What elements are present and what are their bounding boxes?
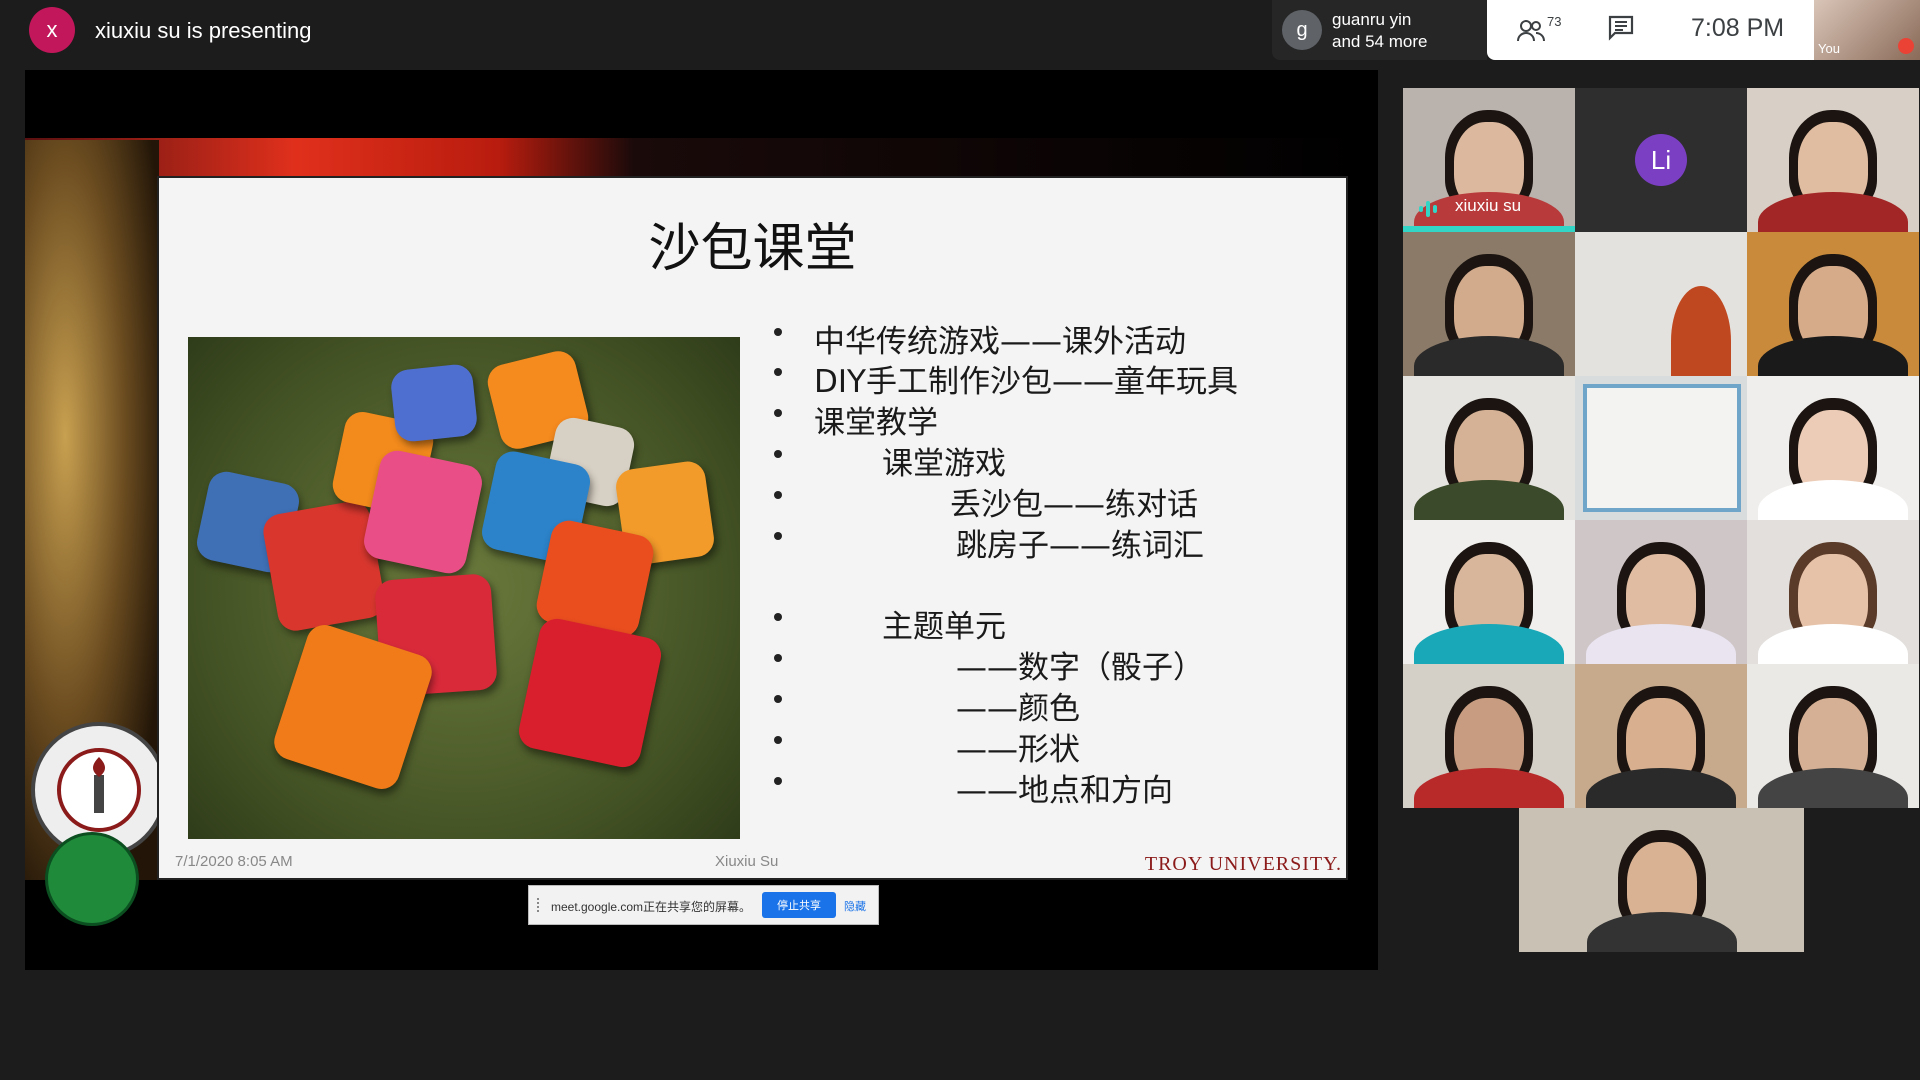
participant-video xyxy=(1414,768,1564,808)
sandbag-photo xyxy=(188,337,740,839)
participant-video xyxy=(1414,480,1564,520)
other-participants-preview[interactable]: g guanru yin and 54 more xyxy=(1272,0,1487,60)
participant-avatar: Li xyxy=(1635,134,1687,186)
presentation-slide: 沙包课堂 中华传统游戏——课外活动 DIY手工制作沙包——童年玩具 课堂教学 课… xyxy=(159,178,1346,878)
bullet-dot xyxy=(774,736,782,744)
participant-video xyxy=(1671,286,1731,376)
participant-video xyxy=(1758,624,1908,664)
mic-off-icon xyxy=(1898,38,1914,54)
chat-button[interactable] xyxy=(1607,14,1639,46)
bullet-dot xyxy=(774,695,782,703)
participant-tile[interactable] xyxy=(1403,520,1575,664)
troy-university-logo: TROY UNIVERSITY. xyxy=(1144,853,1342,875)
bullet-text: 跳房子——练词汇 xyxy=(956,528,1204,564)
participant-tile[interactable] xyxy=(1575,232,1747,376)
participant-tile[interactable] xyxy=(1747,376,1919,520)
self-video-tile[interactable]: You xyxy=(1814,0,1920,60)
institute-logo xyxy=(45,832,139,926)
presenter-status: xiuxiu su is presenting xyxy=(95,18,312,43)
bullet-dot xyxy=(774,368,782,376)
bullet-dot xyxy=(774,491,782,499)
participant-tile[interactable]: Li xyxy=(1575,88,1747,232)
bullet-text: ——地点和方向 xyxy=(956,773,1173,809)
participant-video xyxy=(1414,336,1564,376)
participant-video xyxy=(1414,624,1564,664)
hide-banner-link[interactable]: 隐藏 xyxy=(844,898,866,914)
participant-video xyxy=(1758,768,1908,808)
participant-tile[interactable] xyxy=(1747,232,1919,376)
participant-tile[interactable] xyxy=(1403,232,1575,376)
participant-video xyxy=(1586,624,1736,664)
participant-video xyxy=(1758,480,1908,520)
bullet-text: 课堂游戏 xyxy=(882,446,1006,482)
participant-tile-speaker[interactable]: xiuxiu su xyxy=(1403,88,1575,232)
slide-author: Xiuxiu Su xyxy=(715,853,779,870)
bullet-text: ——颜色 xyxy=(956,691,1080,727)
participant-tile[interactable] xyxy=(1575,664,1747,808)
bullet-dot xyxy=(774,450,782,458)
participant-tile[interactable] xyxy=(1747,88,1919,232)
participant-video xyxy=(1583,384,1741,512)
torch-icon xyxy=(57,748,141,832)
slide-background-decoration xyxy=(25,138,1378,180)
participant-tile[interactable] xyxy=(1575,520,1747,664)
bullet-dot xyxy=(774,532,782,540)
bullet-text: 丢沙包——练对话 xyxy=(950,487,1198,523)
participant-video xyxy=(1758,336,1908,376)
stop-sharing-button[interactable]: 停止共享 xyxy=(762,892,836,918)
shared-screen: 沙包课堂 中华传统游戏——课外活动 DIY手工制作沙包——童年玩具 课堂教学 课… xyxy=(25,70,1378,970)
slide-title: 沙包课堂 xyxy=(648,219,857,279)
bullet-text: ——形状 xyxy=(956,732,1080,768)
meeting-clock: 7:08 PM xyxy=(1691,14,1785,42)
participant-count: 73 xyxy=(1547,14,1562,29)
chat-icon xyxy=(1608,15,1634,41)
participant-video xyxy=(1758,192,1908,232)
participant-tile[interactable] xyxy=(1747,664,1919,808)
participant-video xyxy=(1586,912,1737,952)
meeting-controls: 73 7:08 PM xyxy=(1487,0,1814,60)
screen-share-banner: meet.google.com正在共享您的屏幕。 停止共享 隐藏 xyxy=(528,885,879,925)
speaking-indicator-icon xyxy=(1419,201,1437,217)
people-icon xyxy=(1517,20,1545,42)
participant-tile[interactable] xyxy=(1575,376,1747,520)
participant-tile[interactable] xyxy=(1403,376,1575,520)
drag-handle-icon[interactable] xyxy=(537,898,543,912)
participant-avatar: g xyxy=(1282,10,1322,50)
bullet-text: ——数字（骰子） xyxy=(956,650,1204,686)
self-label: You xyxy=(1818,41,1840,56)
participant-tile[interactable] xyxy=(1747,520,1919,664)
bullet-text: 主题单元 xyxy=(882,609,1006,645)
bullet-text: DIY手工制作沙包——童年玩具 xyxy=(814,364,1238,400)
slide-date: 7/1/2020 8:05 AM xyxy=(175,853,293,870)
bullet-dot xyxy=(774,654,782,662)
participant-video xyxy=(1586,768,1736,808)
bullet-dot xyxy=(774,328,782,336)
people-button[interactable]: 73 xyxy=(1517,14,1569,46)
participant-tile[interactable] xyxy=(1519,808,1804,952)
participant-name: xiuxiu su xyxy=(1455,196,1522,215)
more-participants-count: and 54 more xyxy=(1332,32,1428,51)
bullet-dot xyxy=(774,777,782,785)
share-banner-text: meet.google.com正在共享您的屏幕。 xyxy=(551,900,752,914)
bullet-text: 课堂教学 xyxy=(814,405,938,441)
participant-name: guanru yin xyxy=(1332,10,1412,29)
bullet-dot xyxy=(774,613,782,621)
bullet-text: 中华传统游戏——课外活动 xyxy=(814,324,1186,360)
presenter-avatar: x xyxy=(29,7,75,53)
participant-tile[interactable] xyxy=(1403,664,1575,808)
bullet-dot xyxy=(774,409,782,417)
